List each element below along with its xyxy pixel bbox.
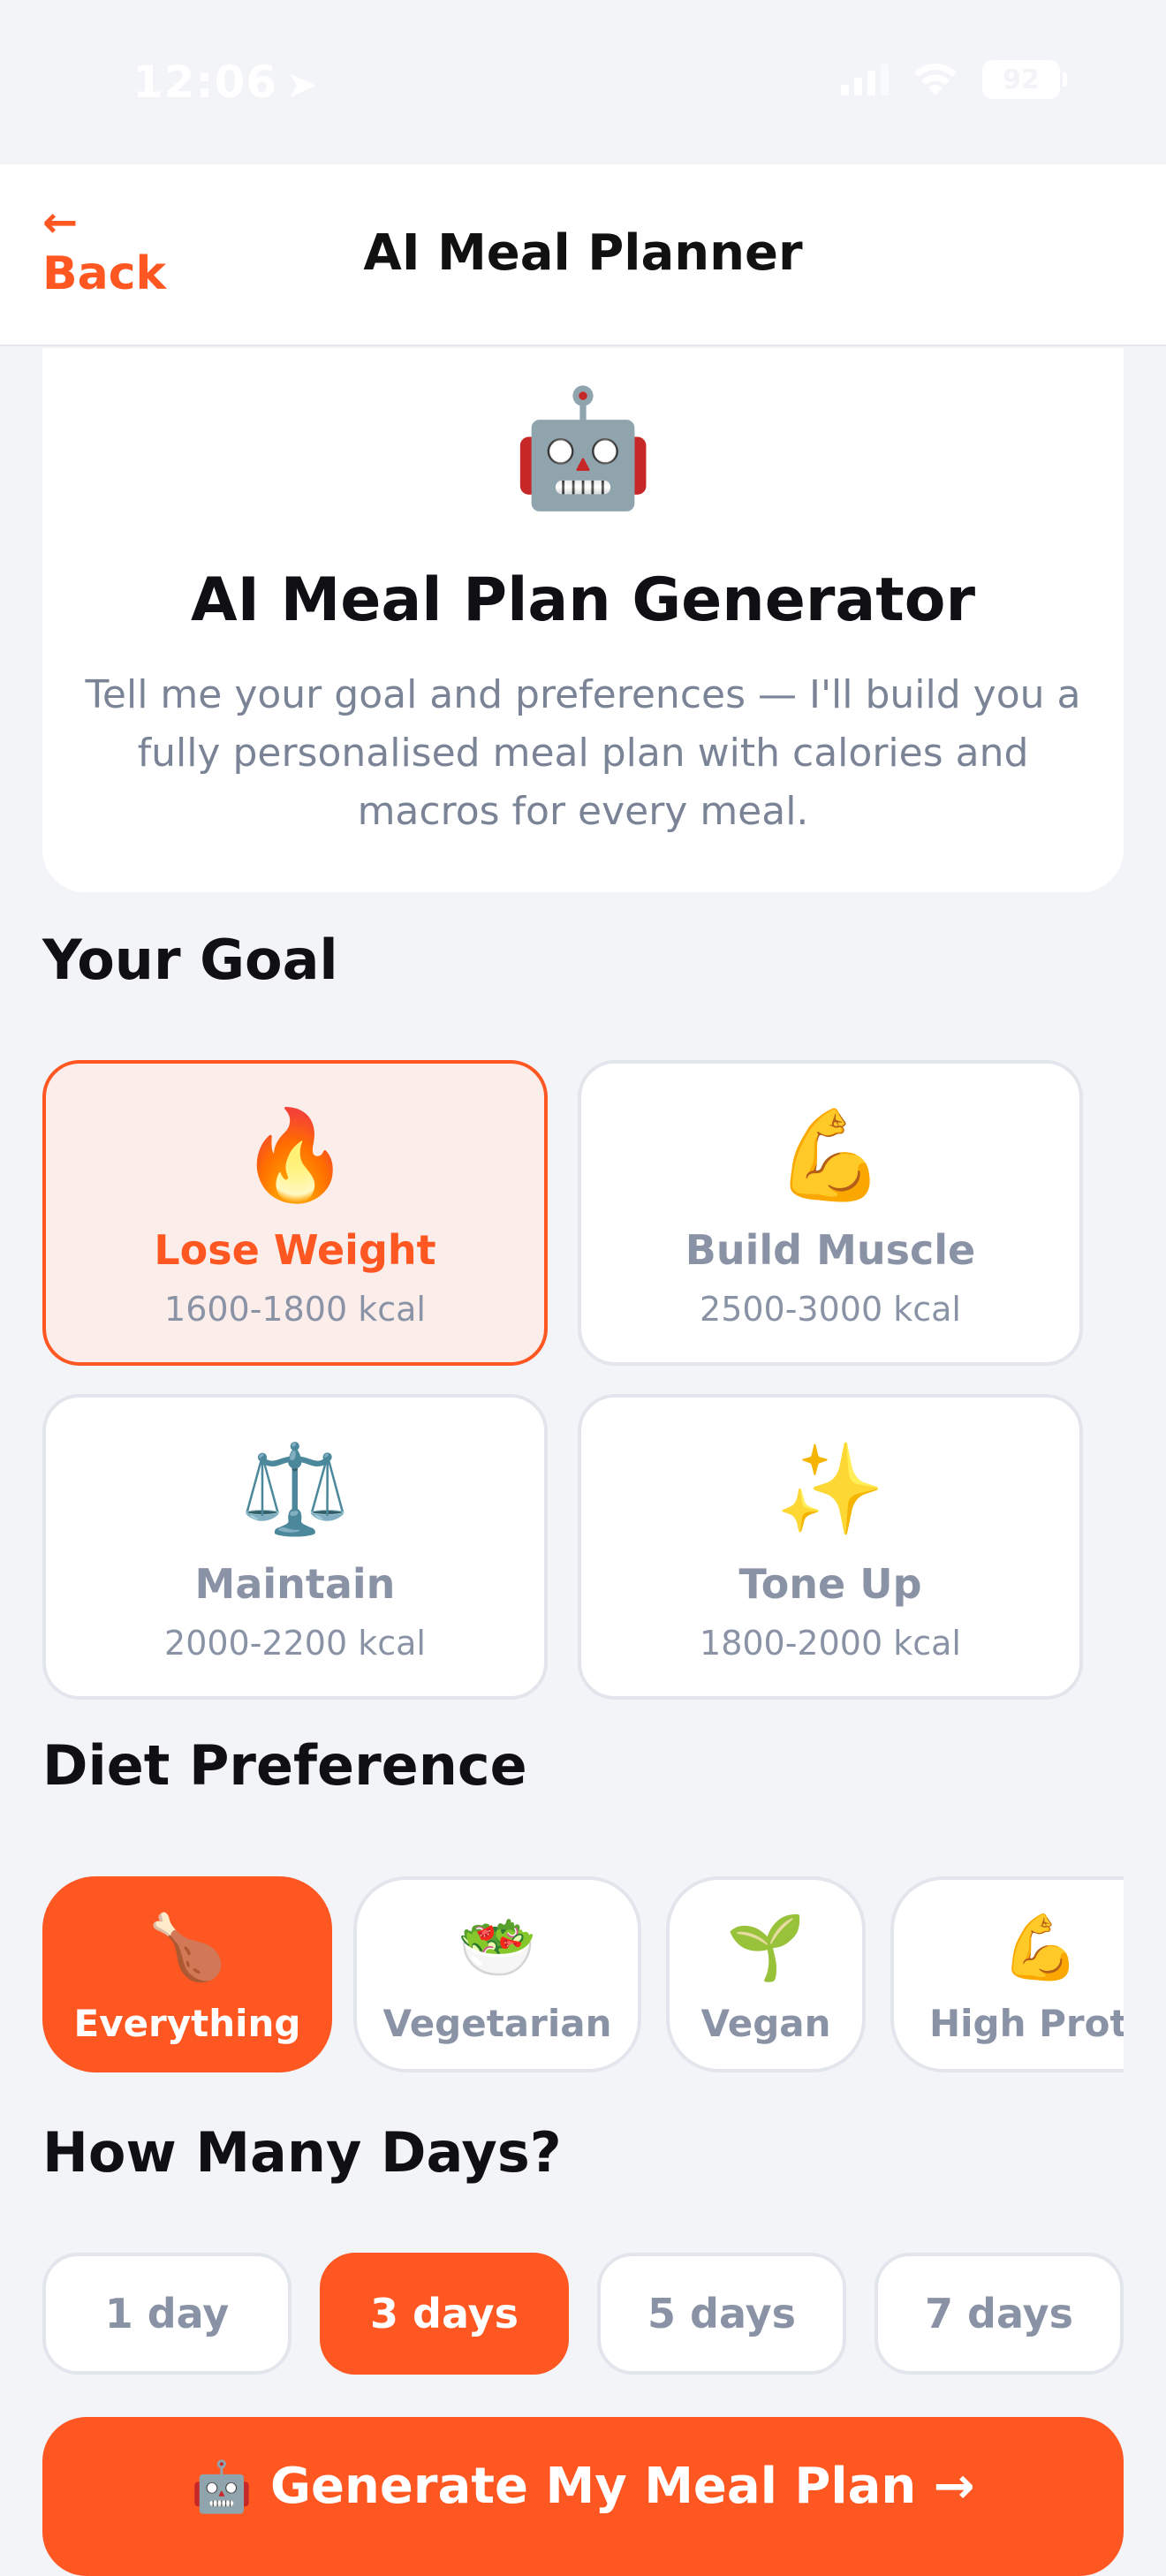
goal-label: Lose Weight <box>154 1226 436 1274</box>
poultry-leg-icon: 🍗 <box>148 1910 227 1984</box>
fire-icon: 🔥 <box>239 1103 351 1207</box>
goal-kcal: 2500-3000 kcal <box>700 1290 961 1329</box>
days-section-title: How Many Days? <box>42 2120 562 2185</box>
status-time: 12:06 ➤ <box>132 57 318 108</box>
goal-option-tone-up[interactable]: ✨ Tone Up 1800-2000 kcal <box>578 1394 1083 1700</box>
diet-section-title: Diet Preference <box>42 1733 527 1798</box>
sparkles-icon: ✨ <box>775 1437 886 1541</box>
goal-kcal: 1800-2000 kcal <box>700 1624 961 1663</box>
robot-icon: 🤖 <box>511 381 655 515</box>
diet-option-high-protein[interactable]: 💪 High Prote <box>890 1876 1124 2072</box>
days-option-3[interactable]: 3 days <box>320 2253 569 2375</box>
status-time-text: 12:06 <box>132 57 278 108</box>
goal-kcal: 2000-2200 kcal <box>164 1624 426 1663</box>
status-bar: 12:06 ➤ 92 <box>0 0 1166 164</box>
salad-icon: 🥗 <box>458 1910 537 1984</box>
goal-option-maintain[interactable]: ⚖️ Maintain 2000-2200 kcal <box>42 1394 548 1700</box>
robot-icon: 🤖 <box>191 2459 254 2516</box>
goal-option-build-muscle[interactable]: 💪 Build Muscle 2500-3000 kcal <box>578 1060 1083 1366</box>
wifi-icon <box>912 62 959 97</box>
goal-kcal: 1600-1800 kcal <box>164 1290 426 1329</box>
diet-label: High Prote <box>929 2002 1124 2045</box>
generate-meal-plan-button[interactable]: 🤖 Generate My Meal Plan → <box>42 2417 1124 2576</box>
hero-subtitle: Tell me your goal and preferences — I'll… <box>85 672 1081 834</box>
generate-label: Generate My Meal Plan → <box>270 2458 975 2515</box>
status-icons: 92 <box>841 60 1067 99</box>
goal-label: Build Muscle <box>685 1226 976 1274</box>
page-title: AI Meal Planner <box>363 224 803 282</box>
diet-option-everything[interactable]: 🍗 Everything <box>42 1876 332 2072</box>
hero-title: AI Meal Plan Generator <box>190 565 976 635</box>
goal-option-lose-weight[interactable]: 🔥 Lose Weight 1600-1800 kcal <box>42 1060 548 1366</box>
goal-section-title: Your Goal <box>42 928 338 992</box>
diet-label: Vegan <box>700 2002 831 2045</box>
seedling-icon: 🌱 <box>726 1910 806 1984</box>
diet-option-vegetarian[interactable]: 🥗 Vegetarian <box>353 1876 641 2072</box>
goal-label: Tone Up <box>738 1560 922 1608</box>
flexed-biceps-icon: 💪 <box>1001 1910 1080 1984</box>
days-option-5[interactable]: 5 days <box>597 2253 846 2375</box>
battery-icon: 92 <box>982 60 1067 99</box>
balance-scale-icon: ⚖️ <box>239 1437 351 1541</box>
diet-options-scroller[interactable]: 🍗 Everything 🥗 Vegetarian 🌱 Vegan 💪 High… <box>42 1876 1124 2076</box>
hero-card: 🤖 AI Meal Plan Generator Tell me your go… <box>42 348 1124 892</box>
location-icon: ➤ <box>286 63 319 106</box>
navigation-bar: ← Back AI Meal Planner <box>0 164 1166 346</box>
goal-label: Maintain <box>194 1560 396 1608</box>
flexed-biceps-icon: 💪 <box>775 1103 886 1207</box>
days-option-7[interactable]: 7 days <box>874 2253 1124 2375</box>
cellular-signal-icon <box>841 64 889 95</box>
diet-label: Everything <box>73 2002 301 2045</box>
diet-label: Vegetarian <box>382 2002 612 2045</box>
diet-option-vegan[interactable]: 🌱 Vegan <box>666 1876 866 2072</box>
battery-level: 92 <box>1003 64 1040 95</box>
days-option-1[interactable]: 1 day <box>42 2253 292 2375</box>
